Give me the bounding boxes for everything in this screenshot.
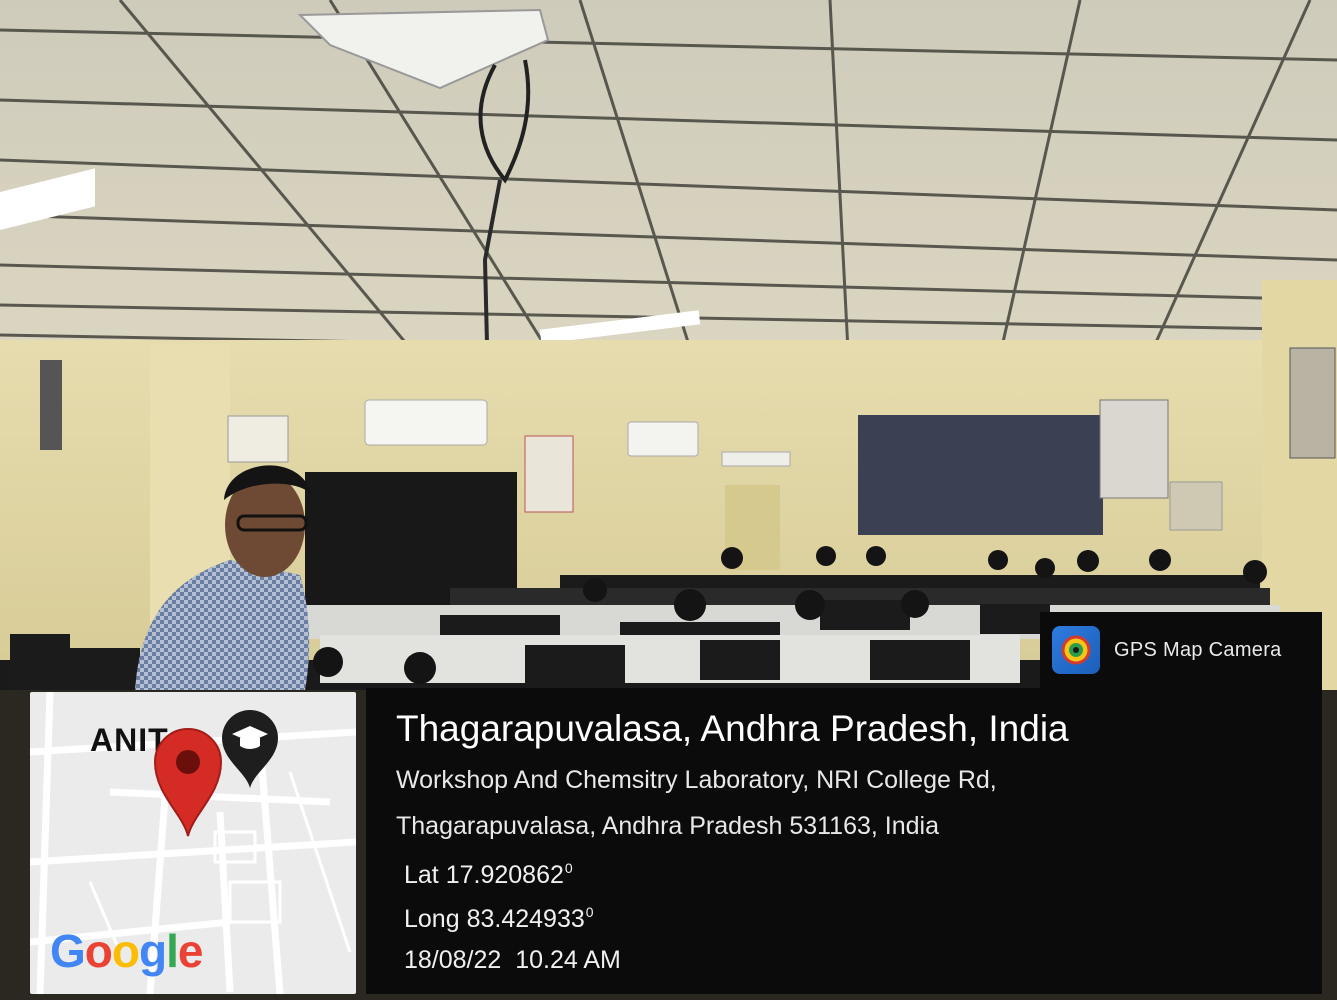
long-degree: 0 [585, 904, 594, 920]
lat-value: 17.920862 [445, 861, 564, 889]
location-title: Thagarapuvalasa, Andhra Pradesh, India [396, 708, 1069, 749]
graduation-cap-icon [222, 710, 278, 788]
long-label: Long [404, 905, 460, 933]
timestamp: 18/08/22 10.24 AM [404, 946, 621, 975]
gps-app-badge: GPS Map Camera [1040, 612, 1322, 688]
address-line-2: Thagarapuvalasa, Andhra Pradesh 531163, … [396, 812, 939, 840]
longitude: Long 83.4249330 [404, 904, 594, 934]
air-conditioner [627, 421, 699, 457]
google-attribution: Google [50, 925, 203, 977]
address-line-1: Workshop And Chemsitry Laboratory, NRI C… [396, 766, 997, 794]
notice-board [1099, 399, 1169, 499]
location-info-panel: Thagarapuvalasa, Andhra Pradesh, India W… [366, 688, 1322, 994]
date: 18/08/22 [404, 946, 502, 974]
lat-degree: 0 [564, 860, 573, 876]
map-thumbnail: ANIT Google [30, 692, 356, 994]
long-value: 83.424933 [466, 905, 585, 933]
map-pin-icon [153, 728, 223, 837]
app-name: GPS Map Camera [1114, 638, 1282, 661]
air-conditioner [364, 399, 488, 446]
lat-label: Lat [404, 861, 439, 889]
wall-poster [1289, 347, 1336, 459]
latitude: Lat 17.9208620 [404, 860, 573, 890]
wall-chart [524, 435, 574, 513]
time: 10.24 AM [515, 946, 621, 974]
speaker [40, 360, 62, 450]
camera-lens-icon [1052, 626, 1100, 674]
chalkboard [858, 415, 1103, 535]
photo: GPS Map Camera ANIT Google Thagarapuvala… [0, 0, 1337, 1000]
